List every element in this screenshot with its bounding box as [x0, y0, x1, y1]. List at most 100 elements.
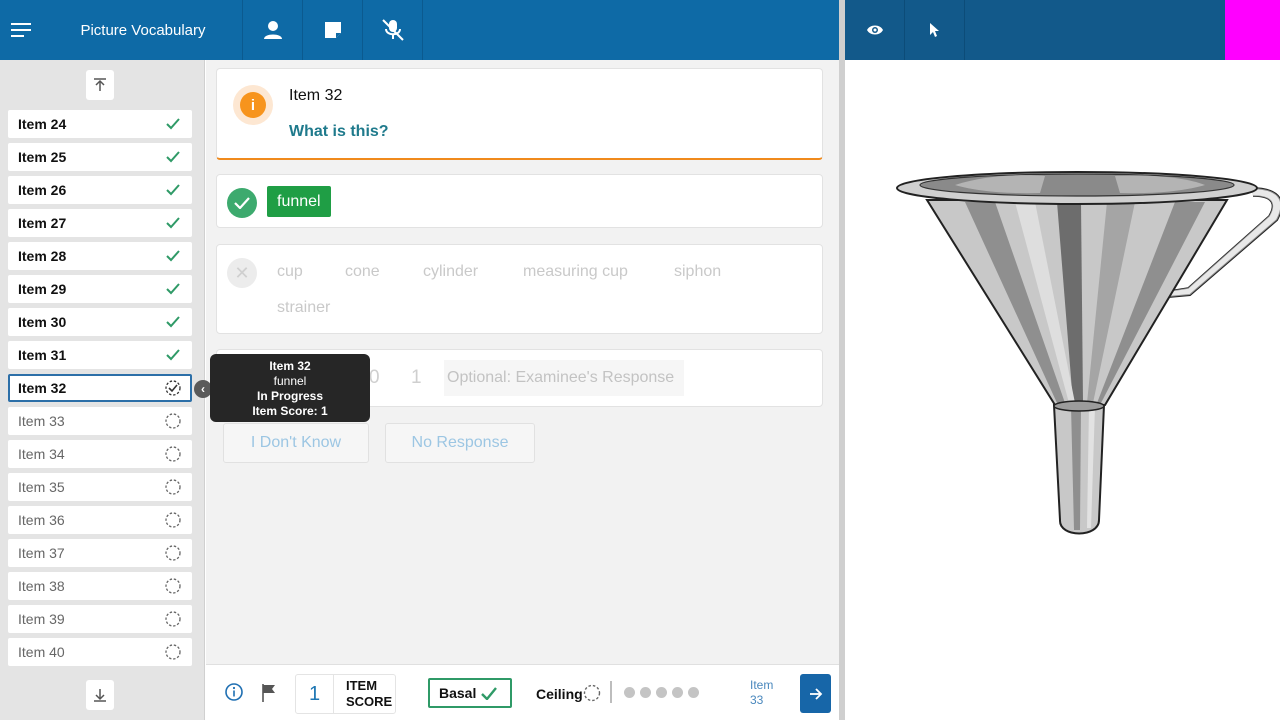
stimulus-picture-area: [845, 60, 1280, 720]
separator: [610, 681, 612, 703]
ceiling-label: Ceiling: [536, 686, 583, 702]
note-icon: [324, 22, 341, 38]
not-started-icon: [165, 644, 181, 660]
tooltip-item: Item 32: [269, 359, 311, 373]
color-block: [1225, 0, 1280, 60]
checkmark-icon: [166, 118, 180, 130]
checkmark-icon: [481, 686, 498, 700]
tooltip-answer: funnel: [273, 374, 307, 388]
pointer-icon: [929, 23, 939, 37]
wrong-option[interactable]: measuring cup: [523, 263, 628, 281]
sidebar-item[interactable]: Item 40: [8, 638, 192, 666]
correct-answer-card: funnel: [216, 174, 823, 228]
wrong-option[interactable]: cup: [277, 263, 303, 281]
chevron-left-icon: ‹: [201, 382, 205, 396]
menu-button[interactable]: [0, 0, 44, 60]
checkmark-icon: [166, 184, 180, 196]
sidebar-item-label: Item 34: [18, 446, 65, 462]
sidebar-item[interactable]: Item 29: [8, 275, 192, 303]
checkmark-icon: [166, 349, 180, 361]
sidebar-item-label: Item 35: [18, 479, 65, 495]
basal-label: Basal: [439, 685, 477, 701]
app-title: Picture Vocabulary: [44, 0, 243, 60]
not-started-icon: [165, 545, 181, 561]
sidebar-item-label: Item 24: [18, 116, 67, 132]
not-started-icon: [165, 446, 181, 462]
ceiling-progress-dots: [624, 687, 699, 698]
view-button[interactable]: [845, 0, 905, 60]
arrow-right-icon: [809, 687, 822, 700]
mic-off-icon: [381, 19, 404, 41]
progress-dot: [672, 687, 683, 698]
sidebar-item[interactable]: Item 32: [8, 374, 192, 402]
sidebar-item[interactable]: Item 38: [8, 572, 192, 600]
sidebar-item-label: Item 26: [18, 182, 67, 198]
close-icon: ✕: [234, 262, 250, 283]
sidebar-item-label: Item 32: [18, 380, 67, 396]
info-badge: i: [233, 85, 273, 125]
wrong-option[interactable]: cylinder: [423, 263, 478, 281]
response-input[interactable]: [444, 360, 684, 396]
not-started-icon: [165, 479, 181, 495]
no-response-button[interactable]: No Response: [385, 423, 535, 463]
tooltip-score: Item Score: 1: [252, 404, 328, 418]
sidebar-item[interactable]: Item 30: [8, 308, 192, 336]
sidebar-item[interactable]: Item 26: [8, 176, 192, 204]
scroll-bottom-button[interactable]: [86, 680, 114, 710]
scroll-top-button[interactable]: [86, 70, 114, 100]
top-toolbar: Picture Vocabulary: [0, 0, 839, 60]
checkmark-icon: [166, 250, 180, 262]
sidebar-item-label: Item 28: [18, 248, 67, 264]
correct-button[interactable]: [227, 188, 257, 218]
sidebar-item-label: Item 37: [18, 545, 65, 561]
sidebar-item-label: Item 36: [18, 512, 65, 528]
score-one[interactable]: 1: [411, 367, 422, 389]
sidebar-item[interactable]: Item 25: [8, 143, 192, 171]
sidebar-item[interactable]: Item 39: [8, 605, 192, 633]
item-sidebar: Item 24 Item 25 Item 26 Item 27 Item 28 Item …: [0, 60, 205, 720]
sidebar-item[interactable]: Item 24: [8, 110, 192, 138]
tooltip-status: In Progress: [256, 389, 324, 403]
sidebar-item-label: Item 38: [18, 578, 65, 594]
question-card: i Item 32 What is this?: [216, 68, 823, 160]
incorrect-answers-card: ✕ cup cone cylinder measuring cup siphon…: [216, 244, 823, 334]
sidebar-item[interactable]: Item 36: [8, 506, 192, 534]
incorrect-button[interactable]: ✕: [227, 258, 257, 288]
wrong-option[interactable]: strainer: [277, 299, 330, 317]
info-icon[interactable]: [225, 683, 243, 701]
sidebar-item[interactable]: Item 27: [8, 209, 192, 237]
question-prompt: What is this?: [289, 123, 389, 140]
checkmark-icon: [166, 151, 180, 163]
next-item-label: Item 33: [750, 678, 774, 707]
sidebar-item[interactable]: Item 37: [8, 539, 192, 567]
next-item-button[interactable]: [800, 674, 831, 713]
wrong-option[interactable]: cone: [345, 263, 380, 281]
arrow-to-bottom-icon: [94, 689, 106, 702]
mic-off-button[interactable]: [363, 0, 423, 60]
notes-button[interactable]: [303, 0, 363, 60]
sidebar-item-label: Item 39: [18, 611, 65, 627]
examinee-button[interactable]: [243, 0, 303, 60]
sidebar-item[interactable]: Item 34: [8, 440, 192, 468]
score-zero[interactable]: 0: [369, 367, 380, 389]
progress-ring-icon: [583, 684, 601, 702]
picture-toolbar: [845, 0, 1280, 60]
progress-dot: [624, 687, 635, 698]
checkmark-icon: [166, 217, 180, 229]
sidebar-item[interactable]: Item 33: [8, 407, 192, 435]
sidebar-item[interactable]: Item 28: [8, 242, 192, 270]
flag-icon[interactable]: [261, 683, 277, 703]
wrong-option[interactable]: siphon: [674, 263, 721, 281]
sidebar-item-label: Item 27: [18, 215, 67, 231]
question-item-label: Item 32: [289, 87, 343, 104]
sidebar-item[interactable]: Item 35: [8, 473, 192, 501]
sidebar-item-label: Item 33: [18, 413, 65, 429]
sidebar-item[interactable]: Item 31: [8, 341, 192, 369]
item-tooltip: Item 32 funnel In Progress Item Score: 1: [210, 354, 370, 422]
ceiling-indicator: Ceiling: [536, 686, 583, 702]
correct-answer-chip[interactable]: funnel: [267, 186, 331, 217]
dont-know-button[interactable]: I Don't Know: [223, 423, 369, 463]
item-score-box: 1 ITEM SCORE: [295, 674, 396, 714]
basal-badge: Basal: [428, 678, 512, 708]
pointer-button[interactable]: [905, 0, 965, 60]
